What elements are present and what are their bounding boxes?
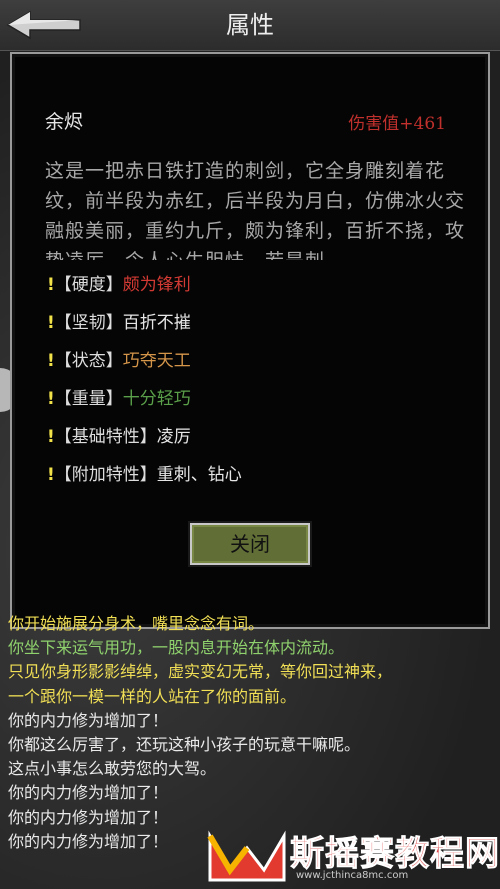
property-value: 十分轻巧 [122, 389, 191, 409]
property-value: 重刺、钻心 [156, 465, 242, 485]
watermark-text: 斯摇赛教程网 [290, 834, 500, 875]
property-value: 颇为锋利 [122, 275, 191, 295]
watermark-logo-icon [207, 830, 286, 882]
property-label: 【重量】 [54, 389, 123, 409]
alert-icon: ! [47, 313, 55, 333]
alert-icon: ! [47, 427, 55, 447]
log-line: 你都这么厉害了，还玩这种小孩子的玩意干嘛呢。 [8, 735, 361, 755]
item-description[interactable]: 这是一把赤日铁打造的刺剑，它全身雕刻着花纹，前半段为赤红，后半段为月白，仿佛冰火… [45, 156, 469, 260]
watermark-url: www.jcthinca8mc.com [296, 870, 409, 881]
alert-icon: ! [47, 351, 55, 371]
log-line: 你开始施展分身术，嘴里念念有词。 [8, 614, 265, 633]
alert-icon: ! [47, 275, 55, 295]
property-toughness: !【坚韧】百折不摧 [47, 308, 242, 346]
property-base-trait: !【基础特性】凌厉 [47, 422, 242, 460]
property-value: 凌厉 [156, 427, 191, 447]
property-list: !【硬度】颇为锋利 !【坚韧】百折不摧 !【状态】巧夺天工 !【重量】十分轻巧 … [47, 270, 242, 498]
property-value: 巧夺天工 [122, 351, 191, 371]
log-line: 你坐下来运气用功，一股内息开始在体内流动。 [8, 638, 345, 658]
log-line: 你的内力修为增加了！ [8, 710, 169, 730]
property-extra-trait: !【附加特性】重刺、钻心 [47, 460, 242, 498]
close-button[interactable]: 关闭 [188, 521, 312, 567]
watermark: 斯摇赛教程网 www.jcthinca8mc.com [200, 824, 500, 889]
item-name: 余烬 [45, 111, 84, 133]
property-label: 【硬度】 [54, 275, 123, 295]
property-label: 【基础特性】 [54, 427, 157, 447]
damage-value: 伤害值+461 [348, 114, 446, 134]
property-hardness: !【硬度】颇为锋利 [47, 270, 242, 308]
log-line: 一个跟你一模一样的人站在了你的面前。 [8, 686, 297, 706]
property-label: 【状态】 [54, 351, 123, 371]
alert-icon: ! [47, 465, 55, 485]
log-line: 只见你身形影影绰绰，虚实变幻无常，等你回过神来， [8, 662, 393, 682]
item-attribute-dialog: 余烬 伤害值+461 这是一把赤日铁打造的刺剑，它全身雕刻着花纹，前半段为赤红，… [10, 52, 490, 629]
log-line: 你的内力修为增加了！ [8, 783, 169, 803]
message-log: 你开始施展分身术，嘴里念念有词。 你坐下来运气用功，一股内息开始在体内流动。 只… [8, 612, 493, 854]
property-label: 【附加特性】 [54, 465, 157, 485]
page-title: 属性 [226, 11, 274, 39]
log-line: 这点小事怎么敢劳您的大驾。 [8, 759, 217, 779]
alert-icon: ! [47, 389, 55, 409]
property-weight: !【重量】十分轻巧 [47, 384, 242, 422]
property-condition: !【状态】巧夺天工 [47, 346, 242, 384]
property-value: 百折不摧 [122, 313, 191, 333]
top-bar: 属性 [0, 0, 500, 51]
property-label: 【坚韧】 [54, 313, 123, 333]
